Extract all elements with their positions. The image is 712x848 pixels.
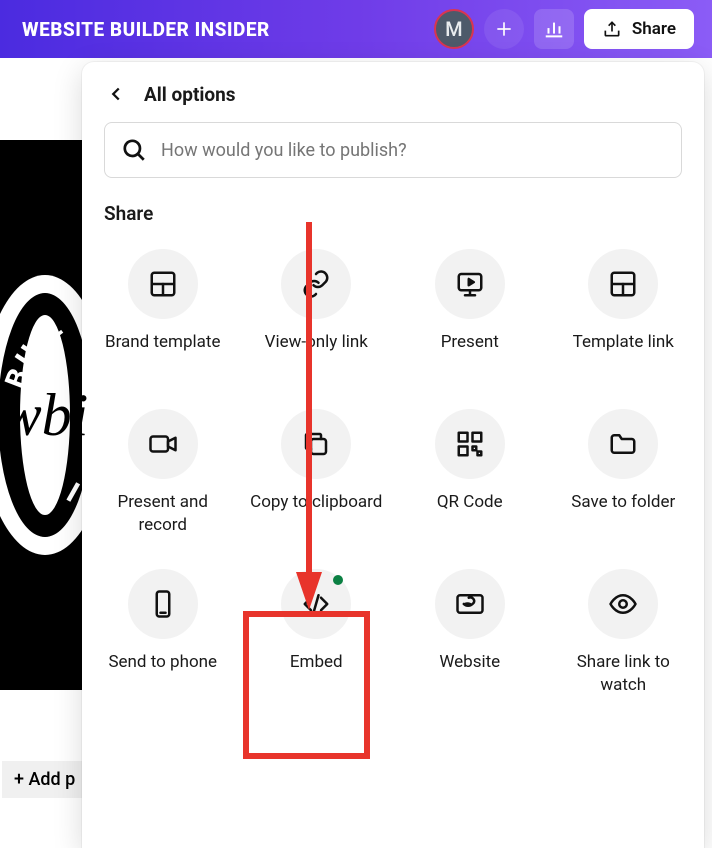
design-title: WEBSITE BUILDER INSIDER [22,18,424,41]
option-label: Brand template [103,331,222,377]
phone-icon [128,569,198,639]
option-label: Share link to watch [553,651,695,697]
plus-icon [494,19,514,39]
option-save-folder[interactable]: Save to folder [549,399,699,551]
option-present[interactable]: Present [395,239,545,391]
option-label: QR Code [435,491,505,537]
upload-icon [602,19,622,39]
logo-script: wbi [2,381,89,450]
search-input[interactable] [161,140,665,161]
eye-icon [588,569,658,639]
search-wrapper [82,122,704,178]
options-grid: Brand template View-only link Present Templ… [82,235,704,715]
option-embed[interactable]: Embed [242,559,392,711]
option-present-record[interactable]: Present and record [88,399,238,551]
chevron-left-icon [105,83,127,105]
option-label: View-only link [263,331,370,377]
share-panel: All options Share Brand template View-onl… [82,62,704,848]
embed-icon [281,569,351,639]
option-label: Present [439,331,501,377]
search-icon [121,137,147,163]
option-label: Send to phone [106,651,219,697]
analytics-button[interactable] [534,9,574,49]
search-box[interactable] [104,122,682,178]
copy-icon [281,409,351,479]
layout-icon [588,249,658,319]
folder-icon [588,409,658,479]
share-label: Share [632,19,676,39]
website-icon [435,569,505,639]
section-title: Share [82,188,704,235]
option-view-only-link[interactable]: View-only link [242,239,392,391]
add-page-button[interactable]: + Add p [2,761,87,798]
panel-title: All options [144,83,236,106]
share-button[interactable]: Share [584,9,694,49]
option-label: Copy to clipboard [248,491,384,537]
panel-header: All options [82,62,704,122]
option-send-phone[interactable]: Send to phone [88,559,238,711]
avatar[interactable]: M [434,9,474,49]
option-qr-code[interactable]: QR Code [395,399,545,551]
option-label: Template link [571,331,676,377]
options-scroll[interactable]: Share Brand template View-only link Presen… [82,188,704,848]
option-label: Save to folder [569,491,677,537]
option-label: Embed [288,651,345,697]
option-label: Present and record [92,491,234,537]
add-member-button[interactable] [484,9,524,49]
option-share-watch[interactable]: Share link to watch [549,559,699,711]
qr-icon [435,409,505,479]
chart-icon [543,18,565,40]
option-template-link[interactable]: Template link [549,239,699,391]
present-icon [435,249,505,319]
option-brand-template[interactable]: Brand template [88,239,238,391]
option-label: Website [437,651,502,697]
option-website[interactable]: Website [395,559,545,711]
video-icon [128,409,198,479]
topbar: WEBSITE BUILDER INSIDER M Share [0,0,712,58]
new-indicator-dot [333,575,343,585]
option-copy-clipboard[interactable]: Copy to clipboard [242,399,392,551]
layout-icon [128,249,198,319]
link-icon [281,249,351,319]
back-button[interactable] [104,82,128,106]
